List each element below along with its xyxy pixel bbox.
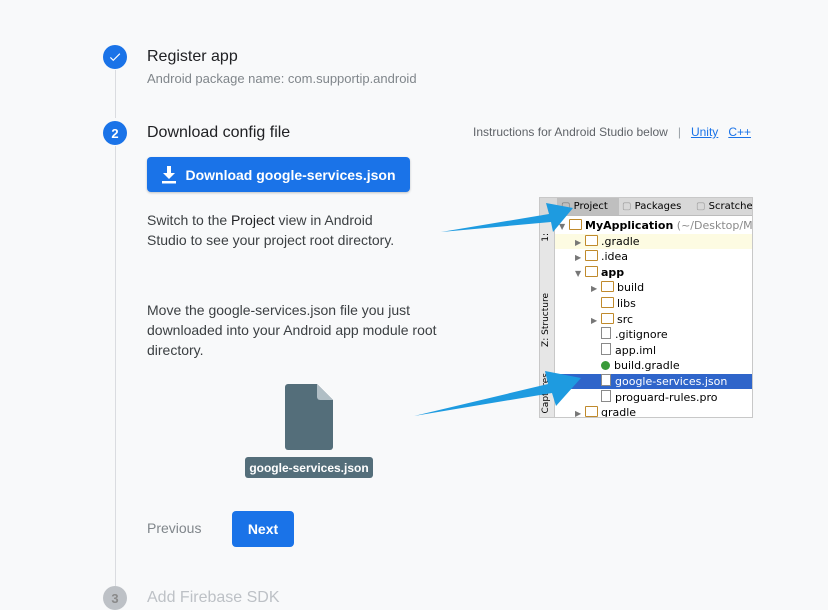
step-2-title: Download config file: [147, 124, 291, 141]
tree-item-label: .gitignore: [615, 328, 668, 342]
tree-item-label: proguard-rules.pro: [615, 390, 718, 404]
json-file-icon: [285, 384, 333, 450]
file-icon: [601, 327, 611, 340]
side-label-structure: Z: Structure: [541, 293, 551, 347]
switch-view-instructions: Switch to the Project view in Android St…: [147, 210, 407, 250]
separator: |: [677, 125, 681, 139]
tree-item-label: MyApplication: [585, 219, 674, 232]
tree-item-app-iml[interactable]: app.iml: [555, 342, 752, 358]
ide-tab-packages: ▢ Packages: [622, 201, 682, 212]
step-1-title: Register app: [147, 48, 238, 65]
tree-item-myapplication[interactable]: ▼ MyApplication (~/Desktop/My: [555, 218, 752, 233]
step-3-title: Add Firebase SDK: [147, 589, 280, 606]
collapsed-arrow-icon: ▶: [591, 284, 598, 294]
tree-item-label: build: [617, 281, 645, 295]
tree-item-label: app: [601, 265, 625, 279]
file-icon: [601, 342, 611, 355]
tree-item-build-gradle[interactable]: build.gradle: [555, 358, 752, 373]
para1-text: Switch to the: [147, 212, 232, 228]
download-button-label: Download google-services.json: [185, 166, 396, 183]
step-1-subtitle: Android package name: com.supportip.andr…: [147, 71, 417, 86]
tree-item-google-services-json[interactable]: google-services.json: [555, 374, 752, 389]
para1-bold: Project: [231, 212, 275, 228]
tree-item-build[interactable]: ▶ build: [555, 280, 752, 295]
platform-instructions: Instructions for Android Studio below | Un…: [473, 125, 751, 139]
stepper-line: [115, 70, 116, 118]
check-icon: [109, 53, 121, 62]
tree-item-label: src: [617, 312, 634, 326]
folder-icon: [585, 234, 598, 246]
expanded-arrow-icon: ▼: [559, 222, 566, 231]
folder-icon: [601, 312, 614, 324]
tree-item-src[interactable]: ▶ src: [555, 312, 752, 327]
instructions-text: Instructions for Android Studio below: [473, 125, 668, 139]
collapsed-arrow-icon: ▶: [591, 315, 598, 325]
tree-item-label: app.iml: [615, 343, 657, 357]
tree-item-proguard-rules-pro[interactable]: proguard-rules.pro: [555, 389, 752, 405]
tree-item-label: libs: [617, 297, 636, 310]
tree-item-libs[interactable]: libs: [555, 296, 752, 311]
next-button[interactable]: Next: [232, 511, 294, 547]
download-config-button[interactable]: Download google-services.json: [147, 157, 410, 192]
tree-item-path: (~/Desktop/My: [673, 219, 753, 232]
folder-icon: [585, 265, 598, 277]
side-label-captures: Captures: [541, 373, 551, 414]
previous-button[interactable]: Previous: [147, 520, 201, 536]
tree-item-label: .gradle: [601, 234, 640, 248]
collapsed-arrow-icon: ▶: [575, 237, 582, 247]
folder-icon: [569, 219, 582, 230]
download-icon: [162, 165, 177, 183]
stepper-line: [115, 146, 116, 586]
collapsed-arrow-icon: ▶: [575, 253, 582, 263]
step-complete-indicator: [103, 45, 127, 69]
collapsed-arrow-icon: ▶: [575, 409, 582, 418]
gradle-icon: [601, 361, 610, 371]
step-3-number: 3: [103, 586, 127, 610]
tree-item-app[interactable]: ▼ app: [555, 265, 752, 280]
tree-item-gradle[interactable]: ▶ gradle: [555, 405, 752, 418]
folder-icon: [585, 406, 598, 417]
move-file-instructions: Move the google-services.json file you j…: [147, 302, 437, 358]
folder-icon: [601, 281, 614, 293]
android-studio-project-view: ▢ Project ▢ Packages ▢ Scratches 1: Z: S…: [539, 197, 753, 418]
ide-tab-scratches: ▢ Scratches: [696, 201, 753, 212]
ide-tab-bar: ▢ Project ▢ Packages ▢ Scratches: [540, 198, 752, 216]
file-icon: [601, 374, 611, 386]
unity-link[interactable]: Unity: [691, 125, 718, 139]
cpp-link[interactable]: C++: [728, 125, 751, 139]
tree-item-label: .idea: [601, 250, 629, 264]
tree-item-label: gradle: [601, 406, 637, 418]
tree-item-label: build.gradle: [614, 359, 680, 373]
ide-tab-project: ▢ Project: [557, 198, 619, 215]
tree-item-label: google-services.json: [615, 375, 728, 388]
side-label-project: 1:: [541, 233, 551, 242]
step-2-number: 2: [103, 121, 127, 145]
expanded-arrow-icon: ▼: [575, 268, 582, 278]
file-name-label: google-services.json: [245, 457, 373, 478]
folder-icon: [601, 297, 614, 308]
folder-icon: [585, 250, 598, 262]
tree-item-gitignore[interactable]: .gitignore: [555, 327, 752, 342]
ide-side-toolbar: 1: Z: Structure Captures: [540, 215, 555, 417]
tree-item-idea[interactable]: ▶ .idea: [555, 249, 752, 264]
file-icon: [601, 389, 611, 402]
tree-item-gradle[interactable]: ▶ .gradle: [555, 233, 752, 249]
